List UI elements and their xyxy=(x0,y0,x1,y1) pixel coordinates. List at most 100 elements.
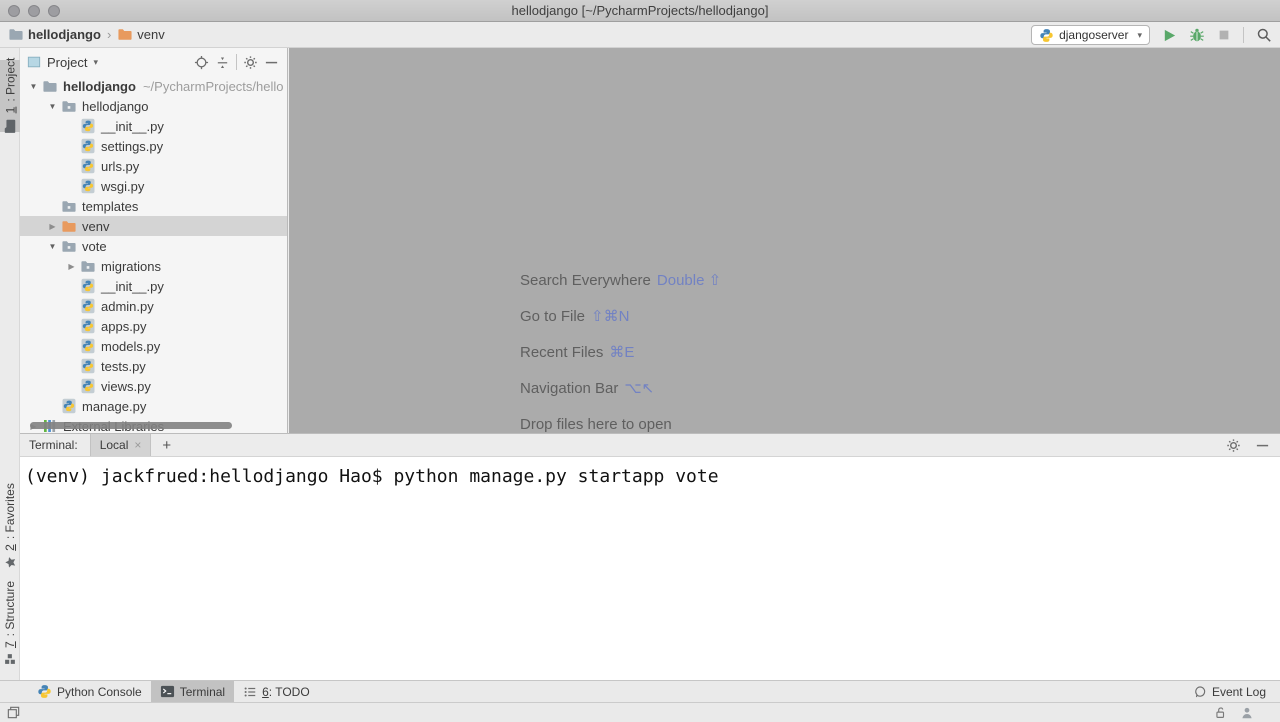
tree-row-apps-py[interactable]: apps.py xyxy=(20,316,287,336)
toolwindow-button-terminal[interactable]: Terminal xyxy=(151,681,234,703)
stripe-tab-content: 7: Structure xyxy=(3,581,17,665)
shortcut-keys: ⌥↖ xyxy=(624,379,654,397)
collapse-all-icon[interactable] xyxy=(215,55,230,70)
tree-row-manage-py[interactable]: manage.py xyxy=(20,396,287,416)
tree-row-wsgi-py[interactable]: wsgi.py xyxy=(20,176,287,196)
breadcrumb-label: venv xyxy=(137,27,164,42)
folder-venv-icon xyxy=(117,27,133,42)
tree-collapsed-icon[interactable]: ▶ xyxy=(45,222,60,231)
shortcut-label: Drop files here to open xyxy=(520,416,672,433)
shortcut-hint-navigation-bar: Navigation Bar⌥↖ xyxy=(520,370,721,406)
tree-expanded-icon[interactable]: ▼ xyxy=(26,82,41,91)
navigation-bar: hellodjango›venv djangoserver ▾ xyxy=(0,22,1280,48)
stripe-tab-project[interactable]: 1: Project xyxy=(0,60,20,132)
tree-item-label: settings.py xyxy=(101,139,163,154)
stripe-tab-label: : Project xyxy=(3,58,17,102)
mnemonic: 6 xyxy=(262,685,269,699)
project-tree: ▼hellodjango~/PycharmProjects/hello▼hell… xyxy=(20,76,287,433)
close-icon[interactable]: × xyxy=(134,438,141,452)
stripe-tab-structure[interactable]: 7: Structure xyxy=(0,583,20,663)
tree-row-vote[interactable]: ▼vote xyxy=(20,236,287,256)
stop-button xyxy=(1217,28,1231,42)
stripe-tab-mnemonic: 2 xyxy=(3,544,17,551)
breadcrumb-item-venv[interactable]: venv xyxy=(117,27,164,42)
tree-row-migrations[interactable]: ▶migrations xyxy=(20,256,287,276)
shortcut-hint-search-everywhere: Search Everywhere Double ⇧ xyxy=(520,262,721,298)
tree-item-label: manage.py xyxy=(82,399,146,414)
tree-row-hellodjango[interactable]: ▼ hellodjango xyxy=(20,96,287,116)
project-panel-header: Project ▾ xyxy=(20,48,287,76)
python-file-icon xyxy=(79,318,96,334)
python-logo-icon xyxy=(37,684,52,699)
star-icon xyxy=(4,556,17,569)
shortcut-keys: ⇧⌘N xyxy=(591,307,629,325)
tree-row-tests-py[interactable]: tests.py xyxy=(20,356,287,376)
terminal-header: Terminal: Local× + xyxy=(20,434,1280,457)
breadcrumb-item-hellodjango[interactable]: hellodjango xyxy=(8,27,101,42)
search-everywhere-icon[interactable] xyxy=(1256,27,1272,43)
tree-expanded-icon[interactable]: ▼ xyxy=(45,242,60,251)
chevron-down-icon[interactable]: ▾ xyxy=(93,57,98,68)
python-file-icon xyxy=(79,138,96,154)
breadcrumb-label: hellodjango xyxy=(28,27,101,42)
toolwindow-button-label: Terminal xyxy=(180,685,225,699)
tree-item-label: tests.py xyxy=(101,359,146,374)
tree-row-init-py[interactable]: __init__.py xyxy=(20,116,287,136)
hide-panel-icon[interactable] xyxy=(264,55,279,70)
toolbar-divider xyxy=(1243,27,1244,43)
tree-item-label: hellodjango xyxy=(82,99,149,114)
event-log-button[interactable]: Event Log xyxy=(1193,681,1266,703)
python-file-icon xyxy=(79,378,96,394)
terminal-tool-window: Terminal: Local× + (venv) jackfrued:hell… xyxy=(20,433,1280,680)
package-folder-icon xyxy=(60,98,77,114)
unlock-icon[interactable] xyxy=(1213,706,1227,720)
tree-row-hellodjango[interactable]: ▼hellodjango~/PycharmProjects/hello xyxy=(20,76,287,96)
tree-collapsed-icon[interactable]: ▶ xyxy=(64,262,79,271)
project-panel-title[interactable]: Project xyxy=(47,55,87,70)
toggle-tool-window-bars-icon[interactable] xyxy=(6,705,21,720)
title-bar: hellodjango [~/PycharmProjects/hellodjan… xyxy=(0,0,1280,22)
folder-icon xyxy=(8,27,24,42)
tree-row-views-py[interactable]: views.py xyxy=(20,376,287,396)
tree-row-venv[interactable]: ▶venv xyxy=(20,216,287,236)
toolwindow-button-python-console[interactable]: Python Console xyxy=(28,681,151,703)
tree-row-admin-py[interactable]: admin.py xyxy=(20,296,287,316)
stripe-tab-favorites[interactable]: 2: Favorites xyxy=(0,485,20,567)
tree-row-templates[interactable]: templates xyxy=(20,196,287,216)
package-folder-icon xyxy=(60,198,77,214)
gear-icon[interactable] xyxy=(1226,438,1241,453)
python-file-icon xyxy=(79,158,96,174)
run-configuration-select[interactable]: djangoserver ▾ xyxy=(1031,25,1150,45)
tree-row-urls-py[interactable]: urls.py xyxy=(20,156,287,176)
toolwindow-button-6-todo[interactable]: 6: TODO xyxy=(234,681,319,703)
tree-item-path: ~/PycharmProjects/hello xyxy=(143,79,284,94)
project-tool-window: Project ▾ ▼hellodjango~/PycharmProjects/… xyxy=(20,48,288,433)
run-button[interactable] xyxy=(1162,28,1177,43)
hide-panel-icon[interactable] xyxy=(1255,438,1270,453)
locate-file-icon[interactable] xyxy=(194,55,209,70)
shortcut-keys: Double ⇧ xyxy=(657,271,721,289)
python-file-icon xyxy=(79,118,96,134)
horizontal-scrollbar[interactable] xyxy=(30,422,232,429)
window-title: hellodjango [~/PycharmProjects/hellodjan… xyxy=(0,3,1280,18)
python-file-icon xyxy=(79,338,96,354)
status-bar-widgets xyxy=(1213,706,1254,720)
terminal-tab-local[interactable]: Local× xyxy=(90,434,152,456)
gear-icon[interactable] xyxy=(243,55,258,70)
shortcut-label: Recent Files xyxy=(520,344,603,361)
tree-expanded-icon[interactable]: ▼ xyxy=(45,102,60,111)
tree-row-init-py[interactable]: __init__.py xyxy=(20,276,287,296)
python-file-icon xyxy=(79,278,96,294)
tree-row-models-py[interactable]: models.py xyxy=(20,336,287,356)
debug-button[interactable] xyxy=(1189,27,1205,43)
toolwindow-button-label: Python Console xyxy=(57,685,142,699)
shortcut-hint-go-to-file: Go to File⇧⌘N xyxy=(520,298,721,334)
shortcut-label: Search Everywhere xyxy=(520,272,651,289)
tree-row-settings-py[interactable]: settings.py xyxy=(20,136,287,156)
stripe-tab-content: 2: Favorites xyxy=(3,483,17,569)
terminal-output[interactable]: (venv) jackfrued:hellodjango Hao$ python… xyxy=(20,457,1280,496)
chevron-down-icon: ▾ xyxy=(1137,30,1142,41)
tree-item-label: templates xyxy=(82,199,138,214)
new-terminal-session-button[interactable]: + xyxy=(162,437,171,454)
hector-inspections-icon[interactable] xyxy=(1240,706,1254,720)
